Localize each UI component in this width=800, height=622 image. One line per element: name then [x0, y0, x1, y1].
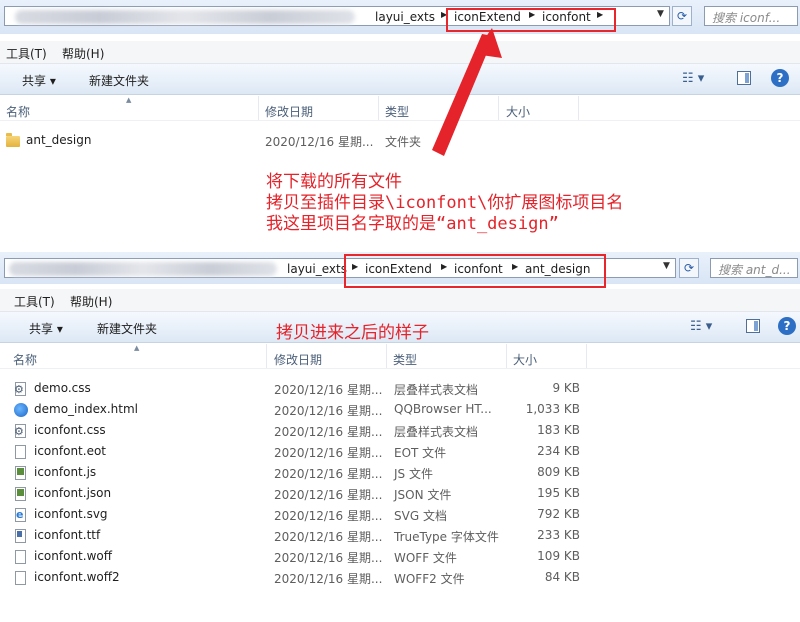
css-file-icon: ⚙: [14, 422, 28, 438]
list-item[interactable]: iconfont.ttf 2020/12/16 星期... TrueType 字体文…: [0, 524, 800, 545]
list-item[interactable]: ⚙ demo.css 2020/12/16 星期... 层叠样式表文档 9 KB: [0, 377, 800, 398]
column-divider[interactable]: [586, 344, 587, 368]
annotation-copied: 拷贝进来之后的样子: [276, 323, 429, 343]
column-date[interactable]: 修改日期: [274, 351, 322, 368]
column-type[interactable]: 类型: [393, 351, 417, 368]
blank-file-icon: [14, 548, 28, 564]
browser-file-icon: [14, 401, 28, 417]
file-type: 层叠样式表文档: [394, 383, 479, 397]
explorer-window-ant-design: layui_exts ▶ iconExtend ▶ iconfont ▶ ant…: [0, 252, 800, 622]
annotation-line-3: 我这里项目名字取的是“ant_design”: [266, 214, 559, 234]
sort-arrow-icon: ▲: [134, 344, 140, 352]
list-item[interactable]: iconfont.js 2020/12/16 星期... JS 文件 809 KB: [0, 461, 800, 482]
file-type: JSON 文件: [394, 488, 452, 502]
file-date: 2020/12/16 星期...: [274, 572, 383, 586]
column-divider[interactable]: [386, 344, 387, 368]
breadcrumb-layui-exts[interactable]: layui_exts: [287, 262, 347, 276]
file-name: iconfont.ttf: [34, 528, 101, 542]
file-size: 195 KB: [537, 486, 580, 500]
css-file-icon: ⚙: [14, 380, 28, 396]
blank-file-icon: [14, 569, 28, 585]
file-name: iconfont.woff: [34, 549, 112, 563]
file-name: demo_index.html: [34, 402, 139, 416]
view-options-icon[interactable]: ☷ ▾: [690, 319, 712, 334]
list-item[interactable]: ⚙ iconfont.css 2020/12/16 星期... 层叠样式表文档 183 …: [0, 419, 800, 440]
file-date: 2020/12/16 星期...: [274, 467, 383, 481]
file-name: iconfont.eot: [34, 444, 106, 458]
annotation-line-2: 拷贝至插件目录\iconfont\你扩展图标项目名: [266, 193, 624, 213]
list-item[interactable]: iconfont.woff2 2020/12/16 星期... WOFF2 文件 84…: [0, 566, 800, 587]
file-type: JS 文件: [394, 467, 433, 481]
file-name: demo.css: [34, 381, 91, 395]
menu-help[interactable]: 帮助(H): [70, 293, 112, 310]
file-type: WOFF 文件: [394, 551, 457, 565]
file-date: 2020/12/16 星期...: [274, 446, 383, 460]
file-size: 233 KB: [537, 528, 580, 542]
file-size: 234 KB: [537, 444, 580, 458]
file-date: 2020/12/16 星期...: [274, 488, 383, 502]
blurred-path: [9, 262, 277, 276]
file-date: 2020/12/16 星期...: [274, 404, 383, 418]
share-button[interactable]: 共享 ▾: [29, 320, 63, 337]
explorer-window-iconfont: layui_exts ▶ iconExtend ▶ iconfont ▶ ▼ ⟳…: [0, 0, 800, 240]
script-file-icon: [14, 464, 28, 480]
file-date: 2020/12/16 星期...: [274, 425, 383, 439]
file-size: 792 KB: [537, 507, 580, 521]
ie-file-icon: e: [14, 506, 28, 522]
file-date: 2020/12/16 星期...: [274, 509, 383, 523]
script-file-icon: [14, 485, 28, 501]
file-name: iconfont.json: [34, 486, 112, 500]
new-folder-button[interactable]: 新建文件夹: [97, 320, 157, 337]
column-header: ▲ 名称 修改日期 类型 大小: [0, 344, 800, 369]
file-type: QQBrowser HT...: [394, 402, 492, 416]
help-icon[interactable]: ?: [778, 317, 796, 335]
file-size: 183 KB: [537, 423, 580, 437]
file-name: iconfont.js: [34, 465, 97, 479]
file-date: 2020/12/16 星期...: [274, 530, 383, 544]
file-size: 9 KB: [552, 381, 580, 395]
annotation-line-1: 将下载的所有文件: [266, 172, 402, 192]
highlight-box: [344, 254, 606, 288]
column-divider[interactable]: [266, 344, 267, 368]
list-item[interactable]: demo_index.html 2020/12/16 星期... QQBrowser…: [0, 398, 800, 419]
file-type: TrueType 字体文件: [394, 530, 499, 544]
column-divider[interactable]: [506, 344, 507, 368]
column-name[interactable]: 名称: [13, 351, 37, 368]
list-item[interactable]: e iconfont.svg 2020/12/16 星期... SVG 文档 792 K…: [0, 503, 800, 524]
file-name: iconfont.css: [34, 423, 106, 437]
address-dropdown-icon[interactable]: ▼: [663, 261, 670, 271]
search-input[interactable]: 搜索 ant_d...: [710, 258, 798, 278]
file-type: 层叠样式表文档: [394, 425, 479, 439]
font-file-icon: [14, 527, 28, 543]
list-item[interactable]: iconfont.json 2020/12/16 星期... JSON 文件 195 …: [0, 482, 800, 503]
file-name: iconfont.woff2: [34, 570, 120, 584]
column-size[interactable]: 大小: [513, 351, 537, 368]
menu-tools[interactable]: 工具(T): [14, 293, 55, 310]
refresh-button[interactable]: ⟳: [679, 258, 699, 278]
blank-file-icon: [14, 443, 28, 459]
file-date: 2020/12/16 星期...: [274, 551, 383, 565]
search-placeholder: 搜索 ant_d...: [718, 263, 791, 277]
file-type: SVG 文档: [394, 509, 447, 523]
list-item[interactable]: iconfont.eot 2020/12/16 星期... EOT 文件 234 KB: [0, 440, 800, 461]
file-size: 1,033 KB: [525, 402, 580, 416]
divider: [0, 240, 800, 252]
file-size: 109 KB: [537, 549, 580, 563]
file-type: WOFF2 文件: [394, 572, 465, 586]
file-name: iconfont.svg: [34, 507, 108, 521]
file-size: 809 KB: [537, 465, 580, 479]
file-type: EOT 文件: [394, 446, 447, 460]
file-size: 84 KB: [544, 570, 580, 584]
file-date: 2020/12/16 星期...: [274, 383, 383, 397]
preview-pane-icon[interactable]: [746, 319, 760, 333]
menu-bar: 工具(T) 帮助(H): [0, 289, 800, 312]
list-item[interactable]: iconfont.woff 2020/12/16 星期... WOFF 文件 109 …: [0, 545, 800, 566]
